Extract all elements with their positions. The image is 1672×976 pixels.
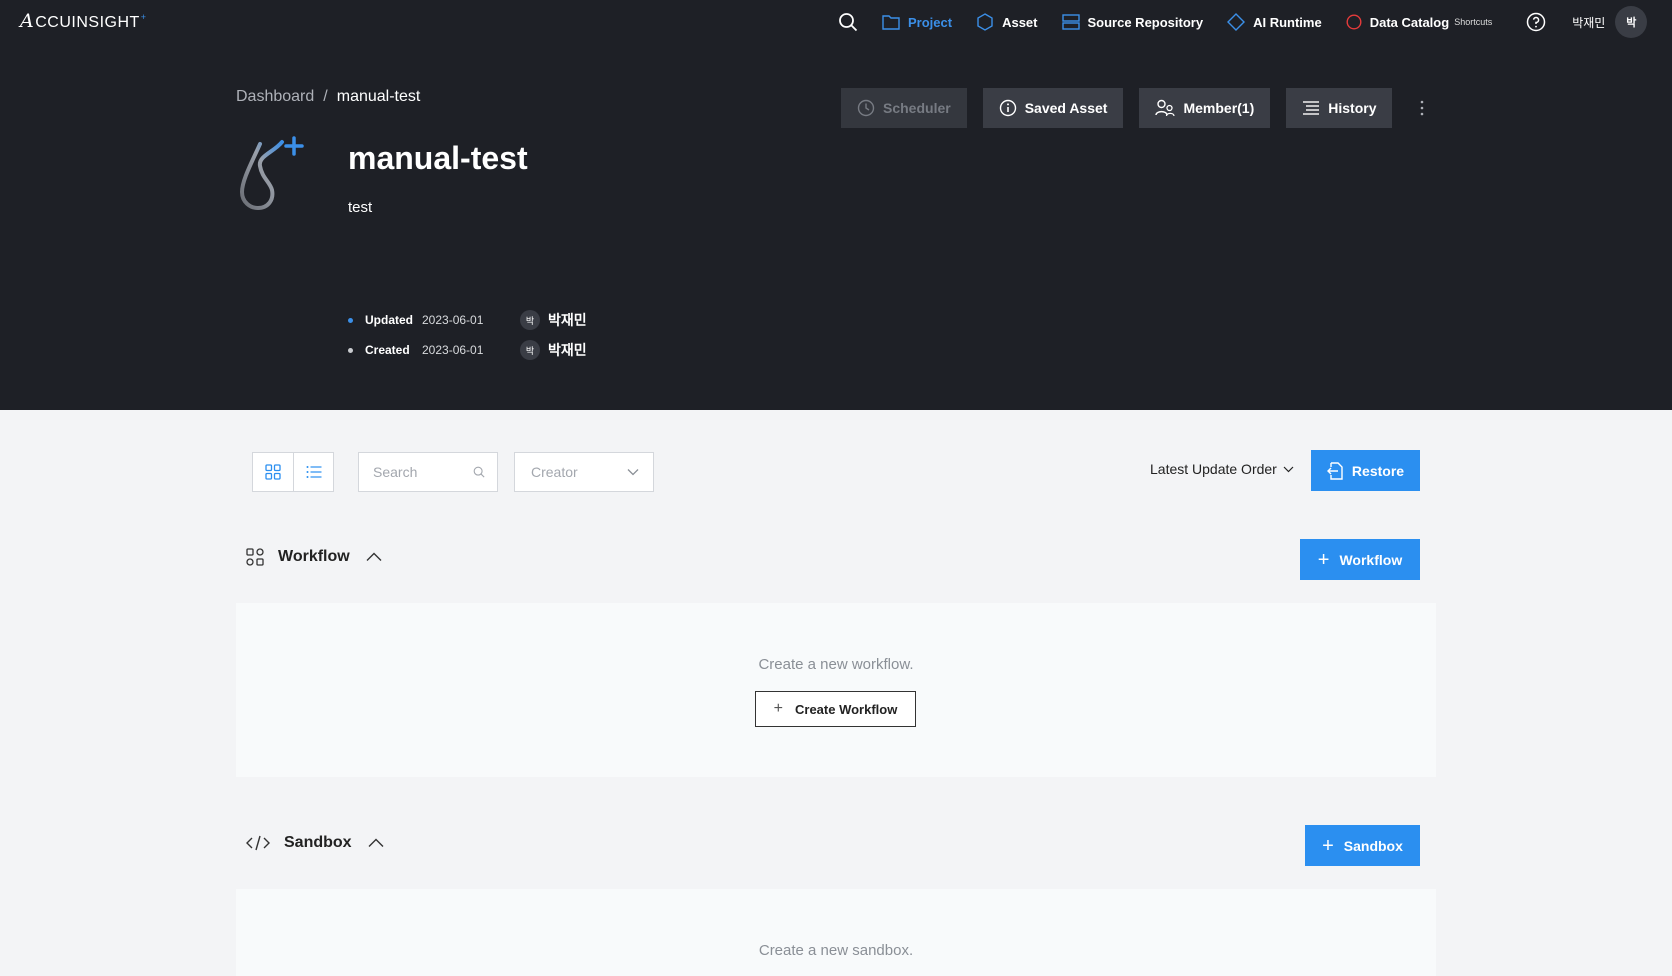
help-icon[interactable] [1526,12,1546,32]
logo-plus-icon: + [140,12,147,22]
scheduler-button[interactable]: Scheduler [841,88,967,128]
code-icon [246,835,270,851]
view-toggle [252,452,334,492]
status-dot [348,317,353,323]
nav-item-ai-runtime[interactable]: AI Runtime [1227,13,1322,31]
project-icon [238,134,308,215]
updated-by: 박재민 [548,313,587,329]
add-workflow-label: Workflow [1339,551,1403,568]
plus-icon: + [1322,834,1334,857]
search-field [358,452,498,492]
shortcuts-label: Shortcuts [1454,17,1493,27]
nav-item-label: Source Repository [1087,14,1204,30]
saved-asset-button[interactable]: Saved Asset [982,88,1124,128]
folder-icon [882,15,900,30]
creator-select[interactable]: Creator [514,452,654,492]
search-icon[interactable] [836,10,860,34]
restore-button[interactable]: Restore [1311,450,1420,491]
member-label: Member(1) [1183,100,1255,116]
list-icon [1303,101,1320,115]
nav-item-project[interactable]: Project [882,14,952,30]
avatar: 박 [1615,6,1648,38]
workflow-title: Workflow [278,548,350,565]
create-workflow-button[interactable]: + Create Workflow [755,691,916,727]
restore-icon [1326,461,1343,480]
creator-placeholder: Creator [531,464,578,480]
saved-asset-label: Saved Asset [1024,100,1108,116]
nav-item-label: AI Runtime [1253,14,1322,30]
top-nav: A CCUINSIGHT + Project Asset Source Repo… [0,0,1672,44]
history-button[interactable]: History [1286,88,1393,128]
updated-meta: Updated 2023-06-01 박 박재민 [348,310,587,330]
scheduler-label: Scheduler [883,100,951,116]
chevron-down-icon [627,469,639,476]
nav-item-label: Project [908,14,953,30]
breadcrumb-current: manual-test [336,88,421,105]
app-logo[interactable]: A CCUINSIGHT + [20,12,147,34]
project-header: Dashboard / manual-test Scheduler Saved … [0,44,1672,410]
created-date: 2023-06-01 [422,343,484,357]
plus-icon: + [773,700,783,717]
search-icon[interactable] [473,465,485,479]
project-description: test [348,199,373,216]
user-name: 박재민 [1572,15,1606,30]
nav-item-label: Asset [1002,14,1038,30]
workflow-empty-message: Create a new workflow. [758,656,914,673]
sandbox-title: Sandbox [284,834,352,851]
restore-label: Restore [1351,462,1405,479]
member-button[interactable]: Member(1) [1139,88,1271,128]
created-label: Created [365,343,410,357]
clock-icon [857,99,875,117]
server-icon [1061,14,1080,30]
sort-select[interactable]: Latest Update Order [1150,461,1294,477]
search-input[interactable] [373,464,473,480]
grid-view-icon[interactable] [253,453,293,491]
info-icon [999,99,1016,117]
users-icon [1155,99,1176,117]
more-options-icon[interactable] [1416,88,1428,128]
circle-icon [1346,14,1362,30]
sandbox-empty-panel: Create a new sandbox. [236,889,1436,976]
create-workflow-label: Create Workflow [795,701,898,717]
hexagon-icon [977,13,993,31]
status-dot [348,347,353,353]
add-sandbox-label: Sandbox [1343,837,1403,854]
created-meta: Created 2023-06-01 박 박재민 [348,340,587,360]
logo-text: CCUINSIGHT [35,14,140,31]
chevron-down-icon [1283,466,1294,472]
user-menu[interactable]: 박재민 박 [1572,6,1648,38]
workflow-icon [246,548,264,566]
logo-mark: A [20,10,35,32]
nav-item-data-catalog[interactable]: Data Catalog Shortcuts [1346,14,1493,30]
chevron-up-icon[interactable] [366,552,382,562]
breadcrumb-separator: / [323,88,328,105]
breadcrumb: Dashboard / manual-test [236,88,420,106]
workflow-section-header: Workflow [246,548,382,566]
workflow-empty-panel: Create a new workflow. + Create Workflow [236,603,1436,777]
nav-item-label: Data Catalog [1369,14,1450,30]
header-actions: Scheduler Saved Asset Member(1) History [841,88,1428,128]
sandbox-section-header: Sandbox [246,834,384,852]
avatar: 박 [520,310,540,330]
history-label: History [1328,100,1377,116]
nav-item-source-repository[interactable]: Source Repository [1061,14,1204,30]
created-by: 박재민 [548,343,587,359]
sandbox-empty-message: Create a new sandbox. [758,942,914,959]
list-view-icon[interactable] [293,453,333,491]
nav-item-asset[interactable]: Asset [976,13,1038,31]
breadcrumb-dashboard-link[interactable]: Dashboard [236,88,314,106]
nav-menu: Project Asset Source Repository AI Runti… [836,0,1648,44]
updated-date: 2023-06-01 [422,313,484,327]
avatar: 박 [520,340,540,360]
chevron-up-icon[interactable] [368,838,384,848]
updated-label: Updated [365,313,413,327]
add-workflow-button[interactable]: + Workflow [1300,539,1420,580]
project-title: manual-test [348,140,528,176]
plus-icon: + [1317,548,1330,571]
sort-label: Latest Update Order [1150,461,1277,477]
add-sandbox-button[interactable]: + Sandbox [1305,825,1420,866]
diamond-icon [1227,13,1246,31]
